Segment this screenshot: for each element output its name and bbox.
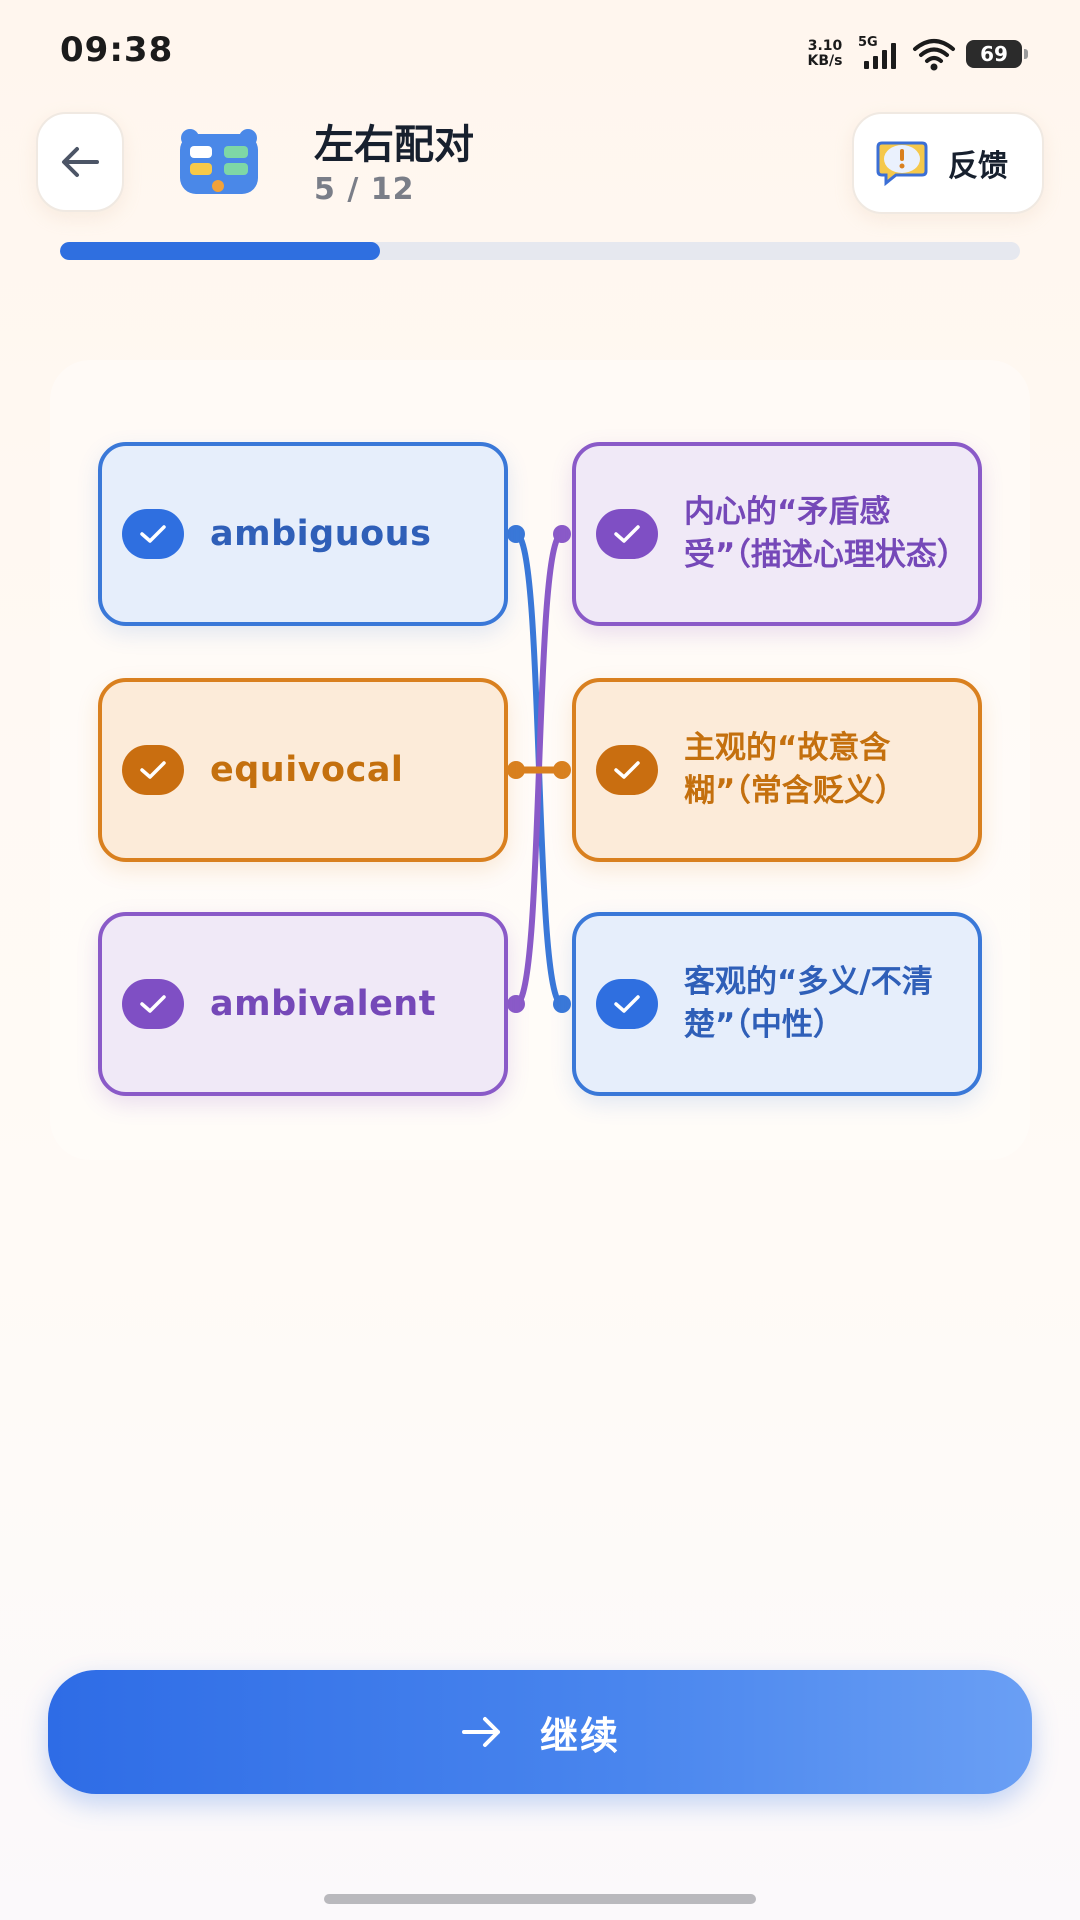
right-card-meaning: 客观的“多义/不清楚”（中性） [684, 964, 933, 1043]
status-bar: 09:38 3.10 KB/s 5G 69 [0, 0, 1080, 100]
feedback-button[interactable]: 反馈 [852, 112, 1044, 214]
page-title: 左右配对 [314, 122, 474, 168]
cellular-signal: 5G [858, 35, 902, 71]
net-speed-unit: KB/s [807, 53, 843, 69]
left-card-equivocal[interactable]: equivocal [98, 678, 508, 862]
wifi-icon [913, 39, 955, 71]
progress-bar [60, 242, 1020, 260]
net-speed-value: 3.10 [807, 38, 843, 54]
continue-button[interactable]: 继续 [48, 1670, 1032, 1794]
right-card-meaning: 主观的“故意含糊”（常含贬义） [684, 730, 906, 809]
feedback-alert-icon [876, 141, 928, 187]
status-time: 09:38 [60, 30, 174, 70]
signal-bars-icon [864, 43, 896, 69]
feedback-label: 反馈 [948, 149, 1008, 184]
continue-label: 继续 [539, 1713, 620, 1758]
left-card-ambivalent[interactable]: ambivalent [98, 912, 508, 1096]
battery-indicator: 69 [966, 40, 1028, 68]
matching-app-icon [180, 129, 258, 194]
checkmark-icon [596, 979, 658, 1029]
checkmark-icon [596, 745, 658, 795]
right-card-objectively-unclear[interactable]: 客观的“多义/不清楚”（中性） [572, 912, 982, 1096]
arrow-right-icon [461, 1717, 500, 1747]
right-card-deliberately-vague[interactable]: 主观的“故意含糊”（常含贬义） [572, 678, 982, 862]
home-indicator[interactable] [324, 1894, 756, 1904]
checkmark-icon [122, 745, 184, 795]
checkmark-icon [122, 509, 184, 559]
progress-bar-fill [60, 242, 380, 260]
back-button[interactable] [36, 112, 124, 212]
question-progress-text: 5 / 12 [314, 172, 415, 207]
right-card-meaning: 内心的“矛盾感受”（描述心理状态） [684, 494, 968, 573]
right-card-mental-state[interactable]: 内心的“矛盾感受”（描述心理状态） [572, 442, 982, 626]
arrow-left-icon [62, 147, 99, 177]
left-card-word: ambivalent [210, 984, 436, 1024]
battery-level: 69 [980, 42, 1008, 66]
status-indicators: 3.10 KB/s 5G 69 [802, 35, 1028, 72]
left-card-word: equivocal [210, 750, 404, 790]
left-card-word: ambiguous [210, 514, 432, 554]
checkmark-icon [596, 509, 658, 559]
left-card-ambiguous[interactable]: ambiguous [98, 442, 508, 626]
checkmark-icon [122, 979, 184, 1029]
net-speed: 3.10 KB/s [802, 39, 848, 69]
